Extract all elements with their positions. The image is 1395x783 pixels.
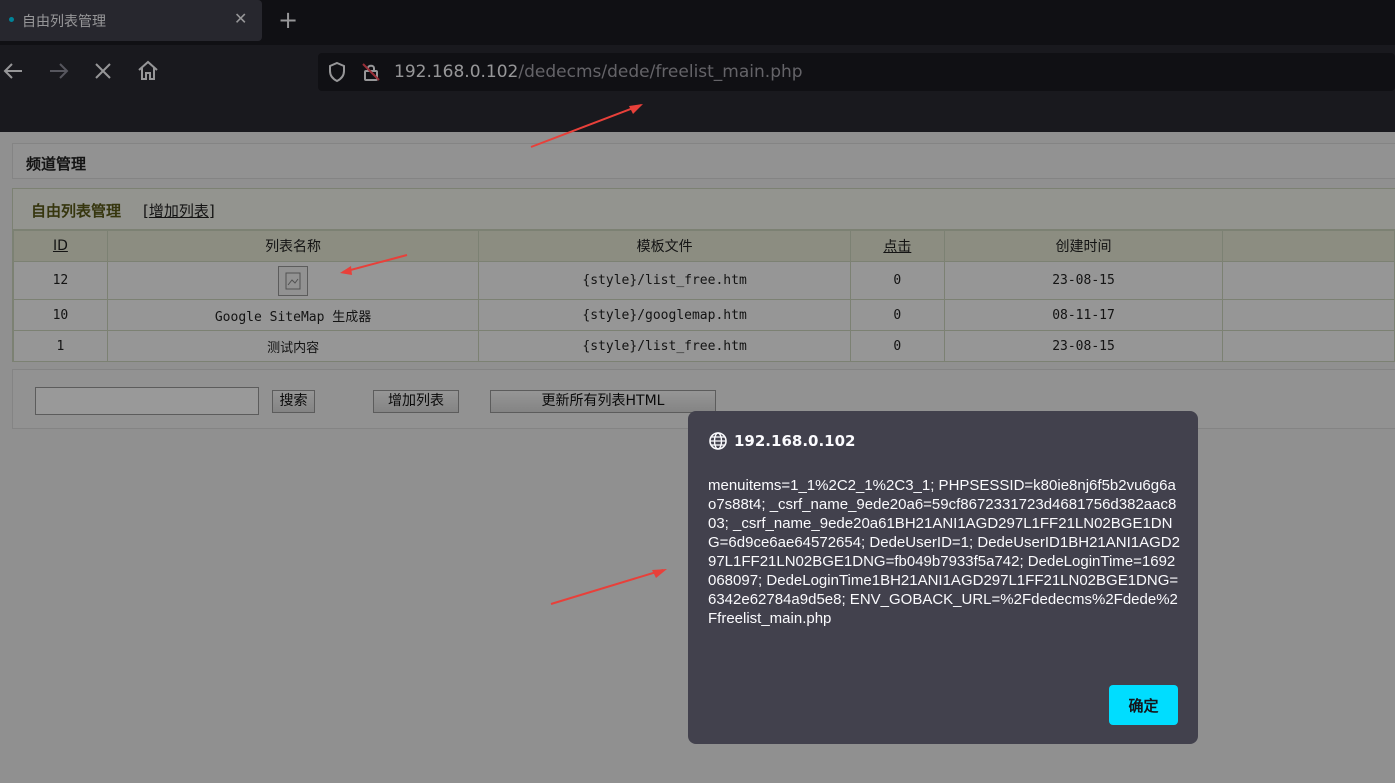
alert-dialog: 192.168.0.102 menuitems=1_1%2C2_1%2C3_1;… — [688, 411, 1198, 744]
annotation-arrow — [340, 254, 408, 275]
ok-button[interactable]: 确定 — [1109, 685, 1178, 725]
dialog-message: menuitems=1_1%2C2_1%2C3_1; PHPSESSID=k80… — [708, 477, 1180, 627]
dialog-header: 192.168.0.102 — [708, 431, 855, 451]
annotation-arrow — [550, 569, 667, 605]
annotation-arrow — [530, 104, 643, 148]
globe-icon — [709, 432, 727, 450]
dialog-origin: 192.168.0.102 — [734, 432, 856, 450]
